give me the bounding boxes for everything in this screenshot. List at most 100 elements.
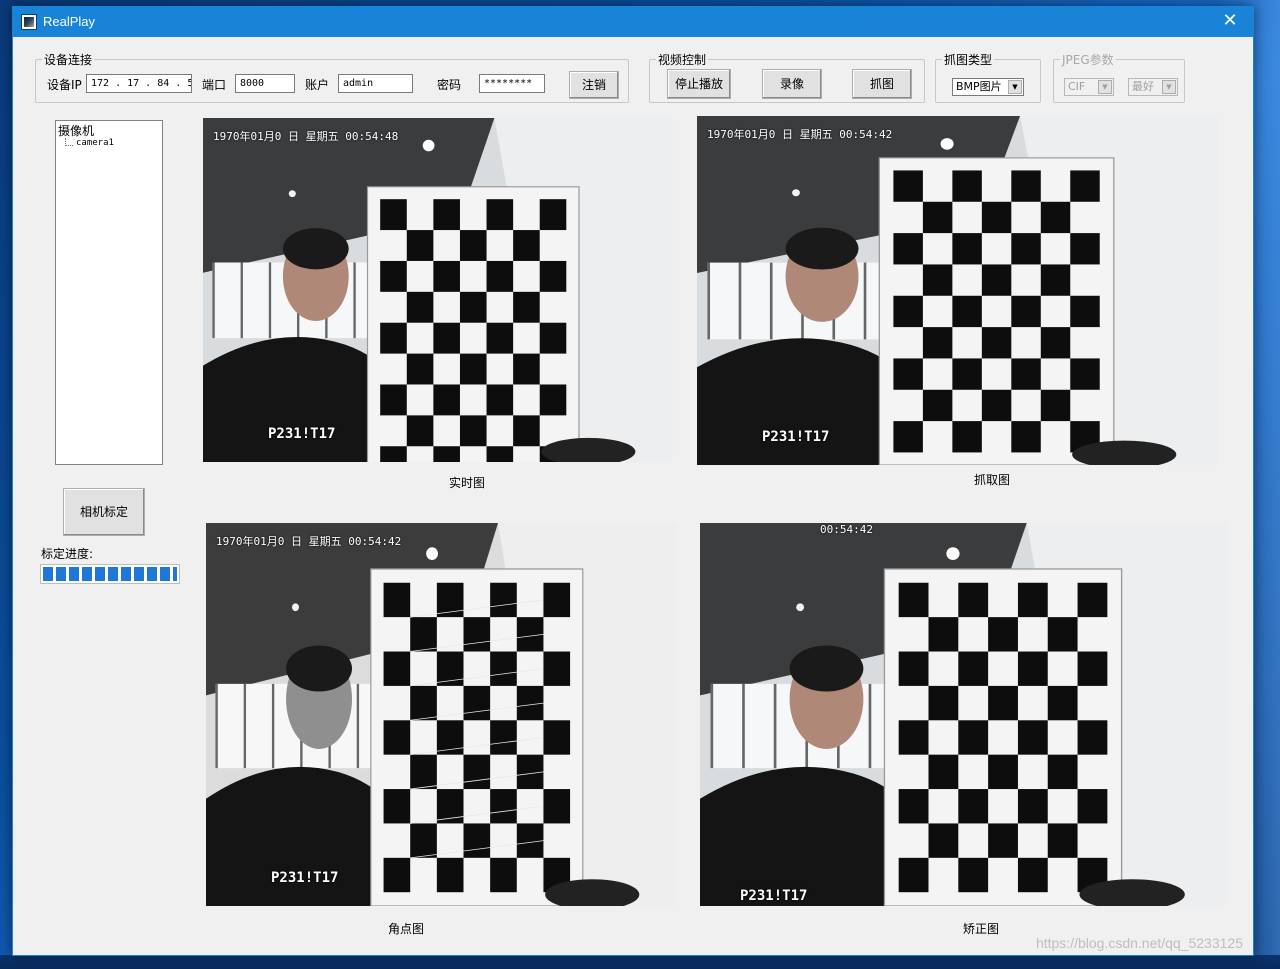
close-button[interactable]: ✕ <box>1207 7 1253 37</box>
checker-square <box>543 789 571 824</box>
window-frame <box>769 262 773 340</box>
calibrate-camera-button[interactable]: 相机标定 <box>63 488 145 536</box>
checker-square <box>898 789 929 824</box>
window-frame <box>863 262 867 340</box>
checker-square <box>1047 754 1078 790</box>
checker-square <box>539 260 567 292</box>
ceiling-light <box>288 190 296 198</box>
checker-square <box>436 857 464 893</box>
checker-square <box>513 353 540 385</box>
checker-square <box>898 651 929 686</box>
osd-camera-code: P231!T17 <box>268 426 336 442</box>
checker-square <box>490 720 517 755</box>
stop-play-button[interactable]: 停止播放 <box>667 69 731 99</box>
checker-square <box>380 260 407 292</box>
checker-square <box>922 264 953 296</box>
checker-square <box>463 754 491 790</box>
osd-camera-code: P231!T17 <box>762 429 830 445</box>
window-frame <box>215 683 218 769</box>
window-frame <box>707 262 711 340</box>
checker-square <box>383 789 411 824</box>
checker-square <box>1047 617 1078 652</box>
chevron-down-icon[interactable]: ▼ <box>1008 80 1022 94</box>
tree-connector <box>65 138 73 146</box>
window-frame <box>738 262 742 340</box>
checker-square <box>380 322 407 354</box>
username-field[interactable]: admin <box>338 74 413 93</box>
window-frame <box>212 262 215 339</box>
checker-square <box>952 421 982 453</box>
checker-square <box>898 720 929 755</box>
window-frame <box>710 683 714 769</box>
checker-square <box>383 651 411 686</box>
checker-square <box>459 291 487 323</box>
captured-view: 1970年01月0 日 星期五 00:54:42 P231!T17 <box>697 116 1218 465</box>
checker-square <box>981 389 1012 422</box>
checker-square <box>1011 358 1041 390</box>
person-hair <box>789 645 864 692</box>
checker-square <box>1017 582 1048 618</box>
tree-root-cameras[interactable]: 摄像机 <box>58 122 94 139</box>
window-frame <box>268 262 272 339</box>
person-hair <box>286 645 353 692</box>
checker-square <box>459 230 487 261</box>
checker-square <box>952 358 982 390</box>
logout-button[interactable]: 注销 <box>569 71 619 99</box>
checker-square <box>486 384 514 416</box>
checker-square <box>406 291 434 323</box>
ip-address-field[interactable]: 172 . 17 . 84 . 53 <box>86 74 192 93</box>
checker-square <box>952 295 982 328</box>
password-label: 密码 <box>437 78 462 92</box>
window-frame <box>243 683 247 769</box>
camera-tree[interactable]: 摄像机 camera1 <box>55 120 163 465</box>
checker-square <box>486 199 514 231</box>
checker-square <box>988 617 1018 652</box>
captured-view-caption: 抓取图 <box>974 473 1011 487</box>
jpeg-quality-value: 最好 <box>1132 80 1154 93</box>
password-field[interactable]: ******** <box>479 74 545 93</box>
checker-square <box>543 720 571 755</box>
corners-view: 1970年01月0 日 星期五 00:54:42 P231!T17 <box>206 523 677 906</box>
record-button[interactable]: 录像 <box>762 69 822 99</box>
checker-square <box>893 170 923 202</box>
taskbar-edge <box>0 955 1280 969</box>
user-label: 账户 <box>305 78 330 92</box>
checker-square <box>952 170 982 202</box>
checker-square <box>928 685 959 721</box>
window-title: RealPlay <box>43 14 96 29</box>
checker-square <box>958 789 989 824</box>
port-field[interactable]: 8000 <box>235 74 295 93</box>
checker-square <box>958 720 989 755</box>
checker-square <box>893 421 923 453</box>
capture-button[interactable]: 抓图 <box>852 69 912 99</box>
checker-square <box>1070 295 1100 328</box>
checker-square <box>433 322 460 354</box>
checker-square <box>1077 582 1108 618</box>
jpeg-quality-select: 最好 ▼ <box>1128 78 1178 96</box>
checker-square <box>490 789 517 824</box>
checker-square <box>486 322 514 354</box>
person-hair <box>785 227 859 270</box>
checker-square <box>893 295 923 328</box>
tree-item-camera1[interactable]: camera1 <box>76 138 114 148</box>
ceiling-light <box>792 189 800 197</box>
capture-type-select[interactable]: BMP图片 ▼ <box>952 78 1024 96</box>
jpeg-params-legend: JPEG参数 <box>1062 53 1114 67</box>
ceiling-light <box>291 603 300 612</box>
checker-square <box>1070 170 1100 202</box>
checker-square <box>981 264 1012 296</box>
title-bar[interactable]: RealPlay ✕ <box>13 7 1253 37</box>
realplay-window: RealPlay ✕ 设备连接 设备IP 172 . 17 . 84 . 53 … <box>12 6 1254 956</box>
checker-square <box>433 199 460 231</box>
checker-square <box>383 857 411 893</box>
checker-square <box>490 582 517 618</box>
osd-timestamp: 1970年01月0 日 星期五 00:54:48 <box>213 130 399 143</box>
chevron-down-icon: ▼ <box>1098 80 1112 94</box>
checker-square <box>539 199 567 231</box>
window-frame <box>271 683 275 769</box>
checker-square <box>981 201 1012 234</box>
camera-scene <box>206 523 677 906</box>
checker-square <box>898 857 929 893</box>
checker-square <box>1011 295 1041 328</box>
checker-square <box>898 582 929 618</box>
